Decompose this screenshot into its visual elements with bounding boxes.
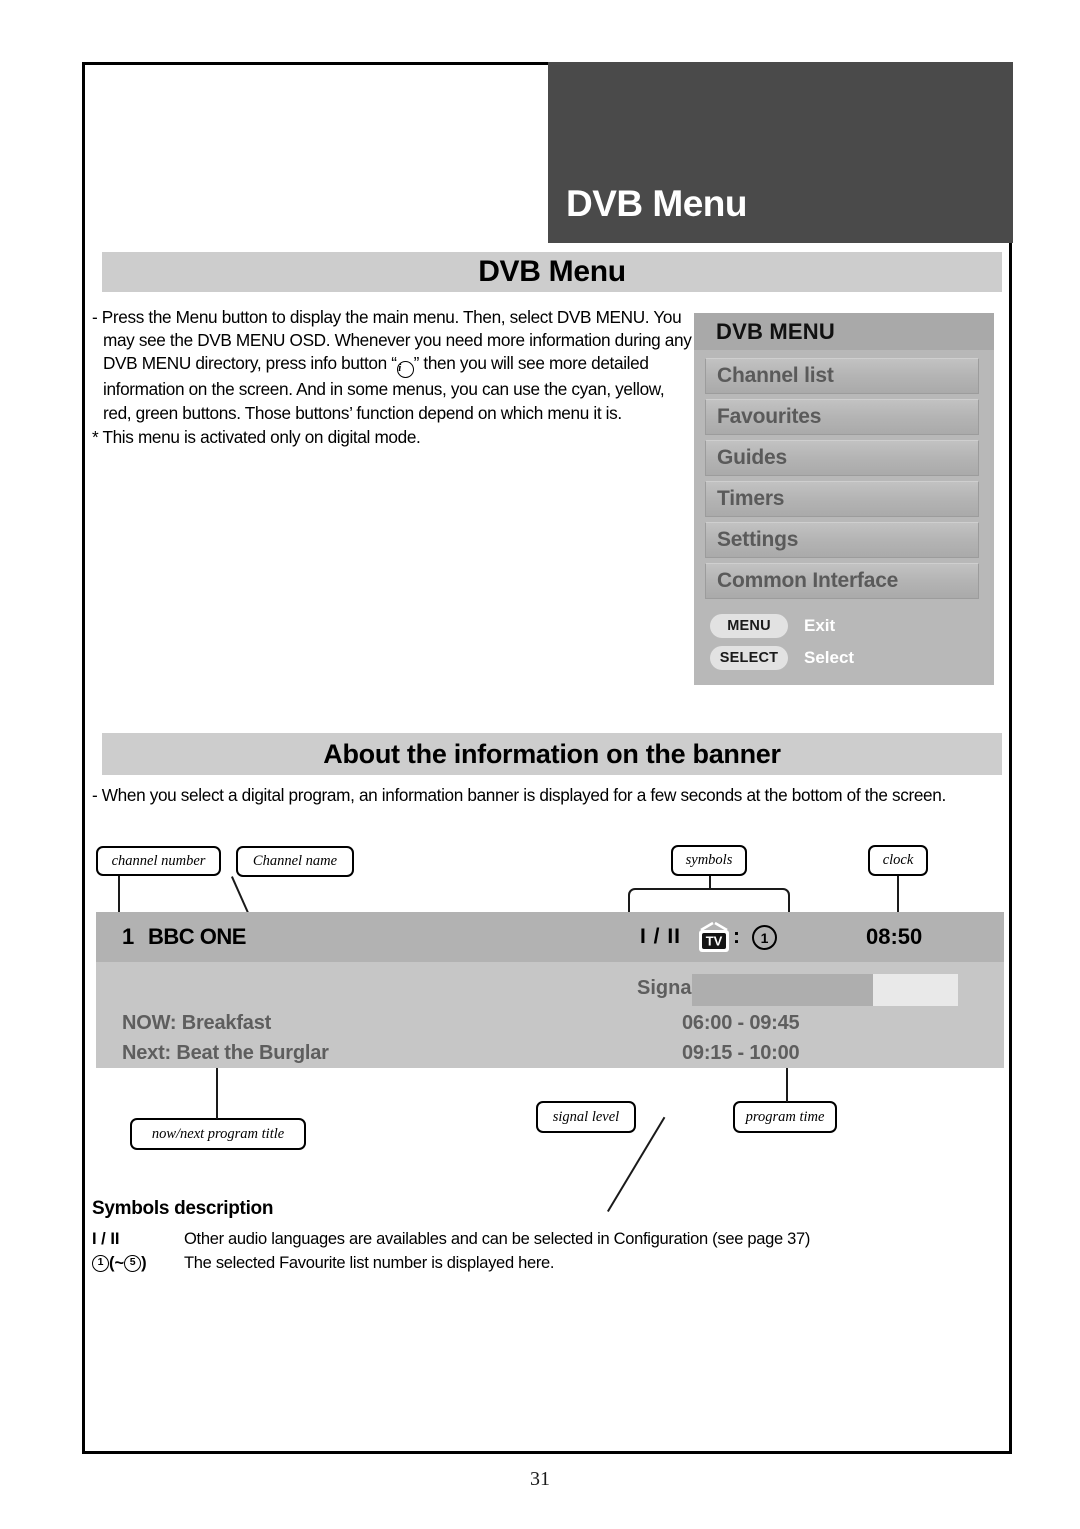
select-key-button[interactable]: SELECT [710,646,788,670]
page-number: 31 [530,1468,550,1490]
tv-information-banner: 1 BBC ONE I / II TV : 1 08:50 Signal: NO… [96,912,1004,1068]
banner-intro-text: - When you select a digital program, an … [92,785,946,805]
osd-item-timers[interactable]: Timers [705,481,979,517]
intro-note: * This menu is activated only on digital… [92,426,421,447]
banner-intro-paragraph: - When you select a digital program, an … [92,784,1007,808]
tv-icon: TV [696,921,732,954]
circled-one-icon: 1 [92,1254,109,1272]
banner-signal-fill [692,974,873,1006]
section-header-dvb-menu: DVB Menu [102,252,1002,292]
masthead-banner: DVB Menu [548,62,1013,243]
info-button-icon: i [396,361,414,379]
osd-item-favourites[interactable]: Favourites [705,399,979,435]
symbols-description-block: Symbols description I / II Other audio l… [92,1198,972,1275]
banner-now-program-time: 06:00 - 09:45 [682,1012,800,1034]
banner-clock: 08:50 [866,924,923,949]
osd-key-hints: MENU Exit SELECT Select [710,610,980,674]
symbol-key-favourite: 1 (~ 5) [92,1251,184,1275]
banner-audio-language-symbol: I / II [640,925,682,948]
dvb-menu-osd-panel: DVB MENU Channel list Favourites Guides … [694,313,994,685]
leader-now-next-program-title [216,1063,218,1119]
osd-key-row-select: SELECT Select [710,642,980,674]
symbol-desc-audio: Other audio languages are availables and… [184,1230,811,1248]
callout-channel-number: channel number [96,846,221,876]
osd-item-list: Channel list Favourites Guides Timers Se… [705,358,979,604]
symbol-desc-favourite: The selected Favourite list number is di… [184,1254,555,1272]
callout-signal-level: signal level [536,1101,636,1133]
banner-now-program-title: NOW: Breakfast [122,1012,272,1034]
symbols-description-row-favourite: 1 (~ 5) The selected Favourite list numbe… [92,1251,972,1275]
banner-signal-track [692,974,958,1006]
callout-symbols: symbols [671,845,747,876]
banner-favourite-list-number: 1 [752,925,777,950]
banner-next-program-title: Next: Beat the Burglar [122,1042,329,1064]
menu-key-button[interactable]: MENU [710,614,788,638]
osd-key-row-menu: MENU Exit [710,610,980,642]
osd-title: DVB MENU [694,313,994,350]
leader-program-time [786,1063,788,1102]
circled-five-icon: 5 [124,1254,142,1272]
banner-channel-name: BBC ONE [148,924,246,949]
osd-item-common-interface[interactable]: Common Interface [705,563,979,599]
select-key-action-label: Select [804,648,855,667]
intro-paragraph-block: - Press the Menu button to display the m… [92,306,692,449]
masthead-title: DVB Menu [566,183,748,224]
callout-channel-name: Channel name [236,846,354,877]
symbol-key-favourite-mid: (~ [109,1254,125,1272]
intro-bullet: - Press the Menu button to display the m… [92,306,692,425]
osd-item-guides[interactable]: Guides [705,440,979,476]
svg-text:TV: TV [706,934,723,949]
section-header-banner-info: About the information on the banner [102,733,1002,775]
symbols-description-title: Symbols description [92,1198,274,1219]
banner-next-program-time: 09:15 - 10:00 [682,1042,800,1064]
symbol-key-favourite-last: ) [141,1254,147,1272]
menu-key-action-label: Exit [804,616,836,635]
symbols-description-row-audio: I / II Other audio languages are availab… [92,1227,972,1251]
osd-item-channel-list[interactable]: Channel list [705,358,979,394]
symbol-key-audio: I / II [92,1230,120,1248]
banner-symbol-colon: : [733,925,740,948]
banner-channel-number: 1 [122,924,135,949]
callout-clock: clock [868,845,928,876]
osd-item-settings[interactable]: Settings [705,522,979,558]
symbols-group-bracket [628,888,790,914]
callout-now-next-program-title: now/next program title [130,1118,306,1150]
callout-program-time: program time [733,1101,837,1133]
